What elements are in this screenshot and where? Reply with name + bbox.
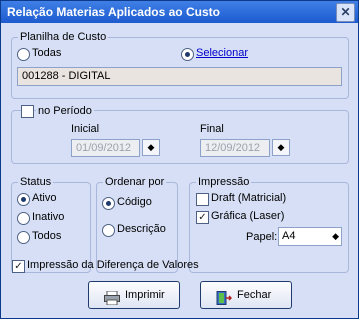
dialog-body: Planilha de Custo Todas Selecionar 00128…: [4, 25, 355, 315]
periodo-group: [11, 110, 349, 164]
printer-icon: [104, 289, 120, 315]
dialog-window: Relação Materias Aplicados ao Custo ✕ Pl…: [0, 0, 359, 319]
periodo-checkbox[interactable]: [21, 105, 34, 118]
spin-button-icon: ◆: [147, 142, 155, 152]
final-date-field[interactable]: 12/09/2012: [200, 139, 270, 157]
spin-button-icon: ◆: [277, 142, 285, 152]
status-inativo-label[interactable]: Inativo: [32, 211, 64, 223]
ordenar-legend: Ordenar por: [103, 176, 167, 188]
draft-label[interactable]: Draft (Matricial): [211, 192, 286, 204]
selecionar-link[interactable]: Selecionar: [196, 47, 248, 59]
planilha-group: Planilha de Custo Todas Selecionar 00128…: [11, 31, 349, 99]
final-spin-button[interactable]: ◆: [272, 139, 290, 156]
papel-label: Papel:: [246, 231, 278, 243]
impressao-legend: Impressão: [196, 176, 252, 188]
papel-select[interactable]: A4 ◆: [278, 227, 342, 246]
print-button-label: Imprimir: [125, 289, 165, 301]
spin-button-icon[interactable]: ◆: [332, 228, 339, 245]
radio-todas[interactable]: [17, 48, 30, 61]
ordenar-descricao-label[interactable]: Descrição: [117, 223, 166, 235]
inicial-date-field[interactable]: 01/09/2012: [71, 139, 140, 157]
diferenca-label[interactable]: Impressão da Diferença de Valores: [27, 259, 199, 271]
diferenca-checkbox[interactable]: ✓: [12, 260, 25, 273]
status-ativo-label[interactable]: Ativo: [32, 192, 56, 204]
radio-ordenar-descricao[interactable]: [102, 224, 115, 237]
radio-selecionar[interactable]: [181, 48, 194, 61]
print-button[interactable]: Imprimir: [88, 281, 180, 309]
close-button-label: Fechar: [237, 289, 272, 301]
inicial-label: Inicial: [71, 123, 100, 135]
close-icon: ✕: [340, 5, 351, 19]
draft-checkbox[interactable]: [196, 193, 209, 206]
exit-door-icon: [216, 289, 233, 315]
radio-status-inativo[interactable]: [17, 212, 30, 225]
radio-todas-label[interactable]: Todas: [32, 47, 61, 59]
planilha-legend: Planilha de Custo: [18, 31, 109, 43]
periodo-label[interactable]: no Período: [36, 105, 94, 117]
window-title: Relação Materias Aplicados ao Custo: [7, 5, 220, 19]
planilha-value-field[interactable]: 001288 - DIGITAL: [17, 67, 342, 86]
close-dialog-button[interactable]: Fechar: [200, 281, 292, 309]
title-bar[interactable]: Relação Materias Aplicados ao Custo ✕: [1, 1, 358, 23]
papel-value: A4: [282, 230, 296, 242]
close-button[interactable]: ✕: [336, 3, 355, 22]
radio-ordenar-codigo[interactable]: [102, 197, 115, 210]
grafica-label[interactable]: Gráfica (Laser): [211, 210, 284, 222]
radio-status-ativo[interactable]: [17, 193, 30, 206]
status-legend: Status: [18, 176, 54, 188]
impressao-group: Impressão Draft (Matricial) ✓ Gráfica (L…: [189, 176, 349, 273]
status-todos-label[interactable]: Todos: [32, 230, 61, 242]
inicial-spin-button[interactable]: ◆: [142, 139, 160, 156]
final-label: Final: [200, 123, 224, 135]
grafica-checkbox[interactable]: ✓: [196, 211, 209, 224]
ordenar-codigo-label[interactable]: Código: [117, 196, 152, 208]
radio-status-todos[interactable]: [17, 231, 30, 244]
